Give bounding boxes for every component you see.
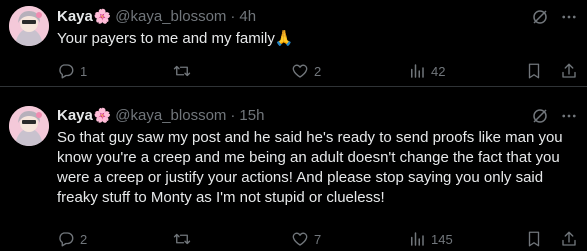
views-count: 42 — [431, 63, 446, 79]
like-count: 7 — [314, 231, 322, 247]
avatar-image — [9, 6, 49, 46]
avatar[interactable] — [9, 6, 49, 46]
views-icon — [408, 62, 426, 80]
separator-dot: · — [230, 106, 236, 124]
author-name[interactable]: Kaya — [57, 8, 93, 25]
share-icon — [560, 230, 578, 248]
avatar-image — [9, 106, 49, 146]
retweet-icon — [173, 62, 191, 80]
views-button[interactable]: 42 — [408, 61, 445, 81]
tweet[interactable]: Kaya 🌸 @kaya_blossom · 4h Your payers to… — [0, 0, 587, 86]
reply-count: 2 — [80, 231, 88, 247]
flower-emoji: 🌸 — [93, 106, 112, 123]
retweet-button[interactable] — [173, 61, 196, 81]
author-handle[interactable]: @kaya_blossom — [115, 107, 226, 124]
reply-icon — [57, 230, 75, 248]
timestamp[interactable]: 4h — [239, 8, 256, 25]
grok-icon[interactable] — [531, 8, 549, 26]
author-handle[interactable]: @kaya_blossom — [115, 8, 226, 25]
share-icon — [560, 62, 578, 80]
like-button[interactable]: 2 — [291, 61, 321, 81]
reply-button[interactable]: 1 — [57, 61, 87, 81]
retweet-button[interactable] — [173, 229, 196, 249]
like-count: 2 — [314, 63, 322, 79]
action-bar: 1 2 42 — [57, 61, 578, 81]
tweet-text: So that guy saw my post and he said he's… — [57, 129, 563, 206]
reply-icon — [57, 62, 75, 80]
grok-icon[interactable] — [531, 107, 549, 125]
bookmark-button[interactable] — [525, 229, 543, 249]
reply-count: 1 — [80, 63, 88, 79]
action-bar: 2 7 145 — [57, 229, 578, 249]
flower-emoji: 🌸 — [93, 7, 112, 24]
bookmark-icon — [525, 62, 543, 80]
share-button[interactable] — [560, 61, 578, 81]
tweet-header: Kaya 🌸 @kaya_blossom · 4h — [57, 6, 256, 26]
separator-dot: · — [230, 7, 236, 25]
more-icon[interactable] — [560, 8, 578, 26]
views-count: 145 — [431, 231, 453, 247]
avatar[interactable] — [9, 106, 49, 146]
views-button[interactable]: 145 — [408, 229, 453, 249]
share-button[interactable] — [560, 229, 578, 249]
more-icon[interactable] — [560, 107, 578, 125]
bookmark-icon — [525, 230, 543, 248]
reply-button[interactable]: 2 — [57, 229, 87, 249]
tweet-text: Your payers to me and my family🙏 — [57, 30, 294, 47]
retweet-icon — [173, 230, 191, 248]
heart-icon — [291, 62, 309, 80]
like-button[interactable]: 7 — [291, 229, 321, 249]
heart-icon — [291, 230, 309, 248]
tweet[interactable]: Kaya 🌸 @kaya_blossom · 15h So that guy s… — [0, 86, 587, 251]
bookmark-button[interactable] — [525, 61, 543, 81]
author-name[interactable]: Kaya — [57, 107, 93, 124]
views-icon — [408, 230, 426, 248]
timestamp[interactable]: 15h — [239, 107, 264, 124]
tweet-header: Kaya 🌸 @kaya_blossom · 15h — [57, 105, 264, 125]
